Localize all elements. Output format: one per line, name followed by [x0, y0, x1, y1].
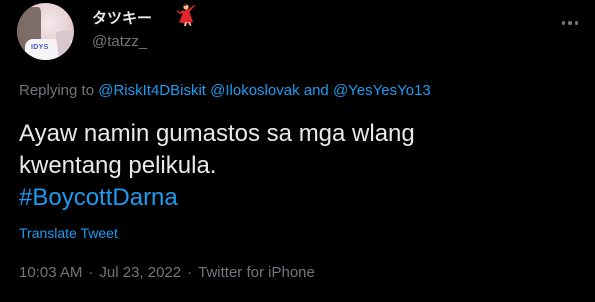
tweet-card: IDYS タツキー @tatzz_ Replying to @RiskIt4DB… — [0, 0, 595, 302]
more-options-button[interactable] — [555, 8, 585, 38]
tweet-metadata: 10:03 AM · Jul 23, 2022 · Twitter for iPhone — [19, 264, 315, 281]
mention-link[interactable]: @RiskIt4DBiskit — [98, 82, 206, 99]
tweet-time[interactable]: 10:03 AM — [19, 264, 82, 281]
woman-dancing-icon — [176, 3, 195, 26]
more-icon-dot — [561, 21, 566, 25]
tweet-source: Twitter for iPhone — [198, 264, 315, 281]
mention-conjunction: and — [303, 82, 329, 99]
meta-separator: · — [187, 264, 193, 281]
avatar[interactable]: IDYS — [17, 3, 74, 60]
tweet-text-line: Ayaw namin gumastos sa mga wlang — [19, 120, 415, 147]
avatar-shirt-text: IDYS — [31, 44, 49, 51]
hashtag-link[interactable]: #BoycottDarna — [19, 182, 579, 214]
tweet-text-line: kwentang pelikula. — [19, 152, 217, 179]
replying-to-label: Replying to — [19, 82, 95, 99]
tweet-body: Ayaw namin gumastos sa mga wlang kwentan… — [19, 118, 579, 214]
tweet-date[interactable]: Jul 23, 2022 — [99, 264, 181, 281]
author-handle[interactable]: @tatzz_ — [92, 33, 147, 50]
more-icon-dot — [568, 21, 572, 25]
translate-tweet-link[interactable]: Translate Tweet — [19, 225, 118, 241]
mention-link[interactable]: @YesYesYo13 — [333, 82, 431, 99]
mention-link[interactable]: @Ilokoslovak — [210, 82, 299, 99]
display-name[interactable]: タツキー — [92, 7, 152, 28]
meta-separator: · — [88, 264, 94, 281]
more-icon-dot — [574, 21, 579, 25]
replying-to: Replying to @RiskIt4DBiskit @Ilokoslovak… — [19, 82, 431, 99]
avatar-phone — [55, 30, 73, 58]
